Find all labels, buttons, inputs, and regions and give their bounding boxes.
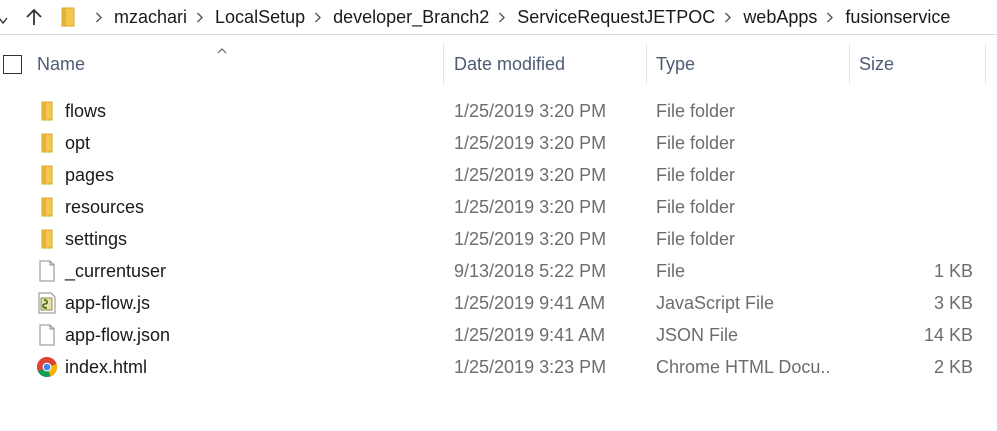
file-icon <box>36 260 58 282</box>
folder-icon <box>36 132 58 154</box>
file-row[interactable]: _currentuser 9/13/2018 5:22 PM File 1 KB <box>0 255 997 287</box>
file-row[interactable]: resources 1/25/2019 3:20 PM File folder <box>0 191 997 223</box>
file-size: 2 KB <box>933 357 973 377</box>
file-size: 1 KB <box>933 261 973 281</box>
chrome-icon <box>36 356 58 378</box>
breadcrumb-chevron-icon[interactable] <box>86 5 114 29</box>
file-row[interactable]: pages 1/25/2019 3:20 PM File folder <box>0 159 997 191</box>
file-name: _currentuser <box>65 261 167 281</box>
breadcrumb-item[interactable]: mzachari <box>114 5 187 29</box>
file-name: settings <box>65 229 128 249</box>
file-name: opt <box>65 133 91 153</box>
file-date-modified: 1/25/2019 9:41 AM <box>454 325 606 345</box>
column-size[interactable]: Size <box>859 44 894 84</box>
select-all-checkbox[interactable] <box>3 55 22 74</box>
file-date-modified: 9/13/2018 5:22 PM <box>454 261 607 281</box>
folder-icon <box>61 7 75 27</box>
column-divider[interactable] <box>849 44 850 84</box>
file-icon <box>36 324 58 346</box>
file-date-modified: 1/25/2019 3:20 PM <box>454 197 607 217</box>
chevron-down-icon[interactable] <box>0 12 8 25</box>
column-date-modified[interactable]: Date modified <box>454 44 565 84</box>
file-date-modified: 1/25/2019 9:41 AM <box>454 293 606 313</box>
column-divider[interactable] <box>646 44 647 84</box>
column-divider[interactable] <box>985 44 986 84</box>
file-type: File folder <box>656 133 736 153</box>
sort-ascending-icon <box>217 41 227 59</box>
file-row[interactable]: app-flow.json 1/25/2019 9:41 AM JSON File 1… <box>0 319 997 351</box>
folder-icon <box>36 164 58 186</box>
breadcrumb: mzachari LocalSetup developer_Branch2 Servi… <box>86 5 950 29</box>
file-type: File folder <box>656 101 736 121</box>
breadcrumb-item[interactable]: ServiceRequestJETPOC <box>517 5 715 29</box>
breadcrumb-chevron-icon[interactable] <box>489 5 517 29</box>
address-bar: mzachari LocalSetup developer_Branch2 Servi… <box>0 0 997 35</box>
file-date-modified: 1/25/2019 3:20 PM <box>454 133 607 153</box>
file-type: File <box>656 261 686 281</box>
breadcrumb-item[interactable]: fusionservice <box>845 5 950 29</box>
file-type: File folder <box>656 229 736 249</box>
file-size: 14 KB <box>923 325 973 345</box>
file-size: 3 KB <box>933 293 973 313</box>
file-name: app-flow.json <box>65 325 171 345</box>
file-name: resources <box>65 197 145 217</box>
column-type[interactable]: Type <box>656 44 695 84</box>
breadcrumb-item[interactable]: developer_Branch2 <box>333 5 489 29</box>
file-name: app-flow.js <box>65 293 151 313</box>
breadcrumb-chevron-icon[interactable] <box>715 5 743 29</box>
file-row[interactable]: app-flow.js 1/25/2019 9:41 AM JavaScript F… <box>0 287 997 319</box>
file-type: File folder <box>656 197 736 217</box>
file-date-modified: 1/25/2019 3:20 PM <box>454 165 607 185</box>
file-date-modified: 1/25/2019 3:20 PM <box>454 229 607 249</box>
file-date-modified: 1/25/2019 3:20 PM <box>454 101 607 121</box>
file-date-modified: 1/25/2019 3:23 PM <box>454 357 607 377</box>
file-name: pages <box>65 165 115 185</box>
folder-icon <box>36 196 58 218</box>
file-name: flows <box>65 101 107 121</box>
file-type: JavaScript File <box>656 293 775 313</box>
file-row[interactable]: settings 1/25/2019 3:20 PM File folder <box>0 223 997 255</box>
breadcrumb-item[interactable]: webApps <box>743 5 817 29</box>
up-arrow-icon[interactable] <box>24 7 44 27</box>
file-row[interactable]: opt 1/25/2019 3:20 PM File folder <box>0 127 997 159</box>
file-name: index.html <box>65 357 148 377</box>
column-name[interactable]: Name <box>37 44 85 84</box>
file-type: Chrome HTML Docu... <box>656 357 832 377</box>
column-divider[interactable] <box>443 44 444 84</box>
folder-icon <box>36 228 58 250</box>
folder-icon <box>36 100 58 122</box>
breadcrumb-item[interactable]: LocalSetup <box>215 5 305 29</box>
javascript-file-icon <box>36 292 58 314</box>
file-type: JSON File <box>656 325 739 345</box>
file-row[interactable]: flows 1/25/2019 3:20 PM File folder <box>0 95 997 127</box>
breadcrumb-chevron-icon[interactable] <box>817 5 845 29</box>
file-row[interactable]: index.html 1/25/2019 3:23 PM Chrome HTML D… <box>0 351 997 383</box>
breadcrumb-chevron-icon[interactable] <box>305 5 333 29</box>
file-type: File folder <box>656 165 736 185</box>
breadcrumb-chevron-icon[interactable] <box>187 5 215 29</box>
